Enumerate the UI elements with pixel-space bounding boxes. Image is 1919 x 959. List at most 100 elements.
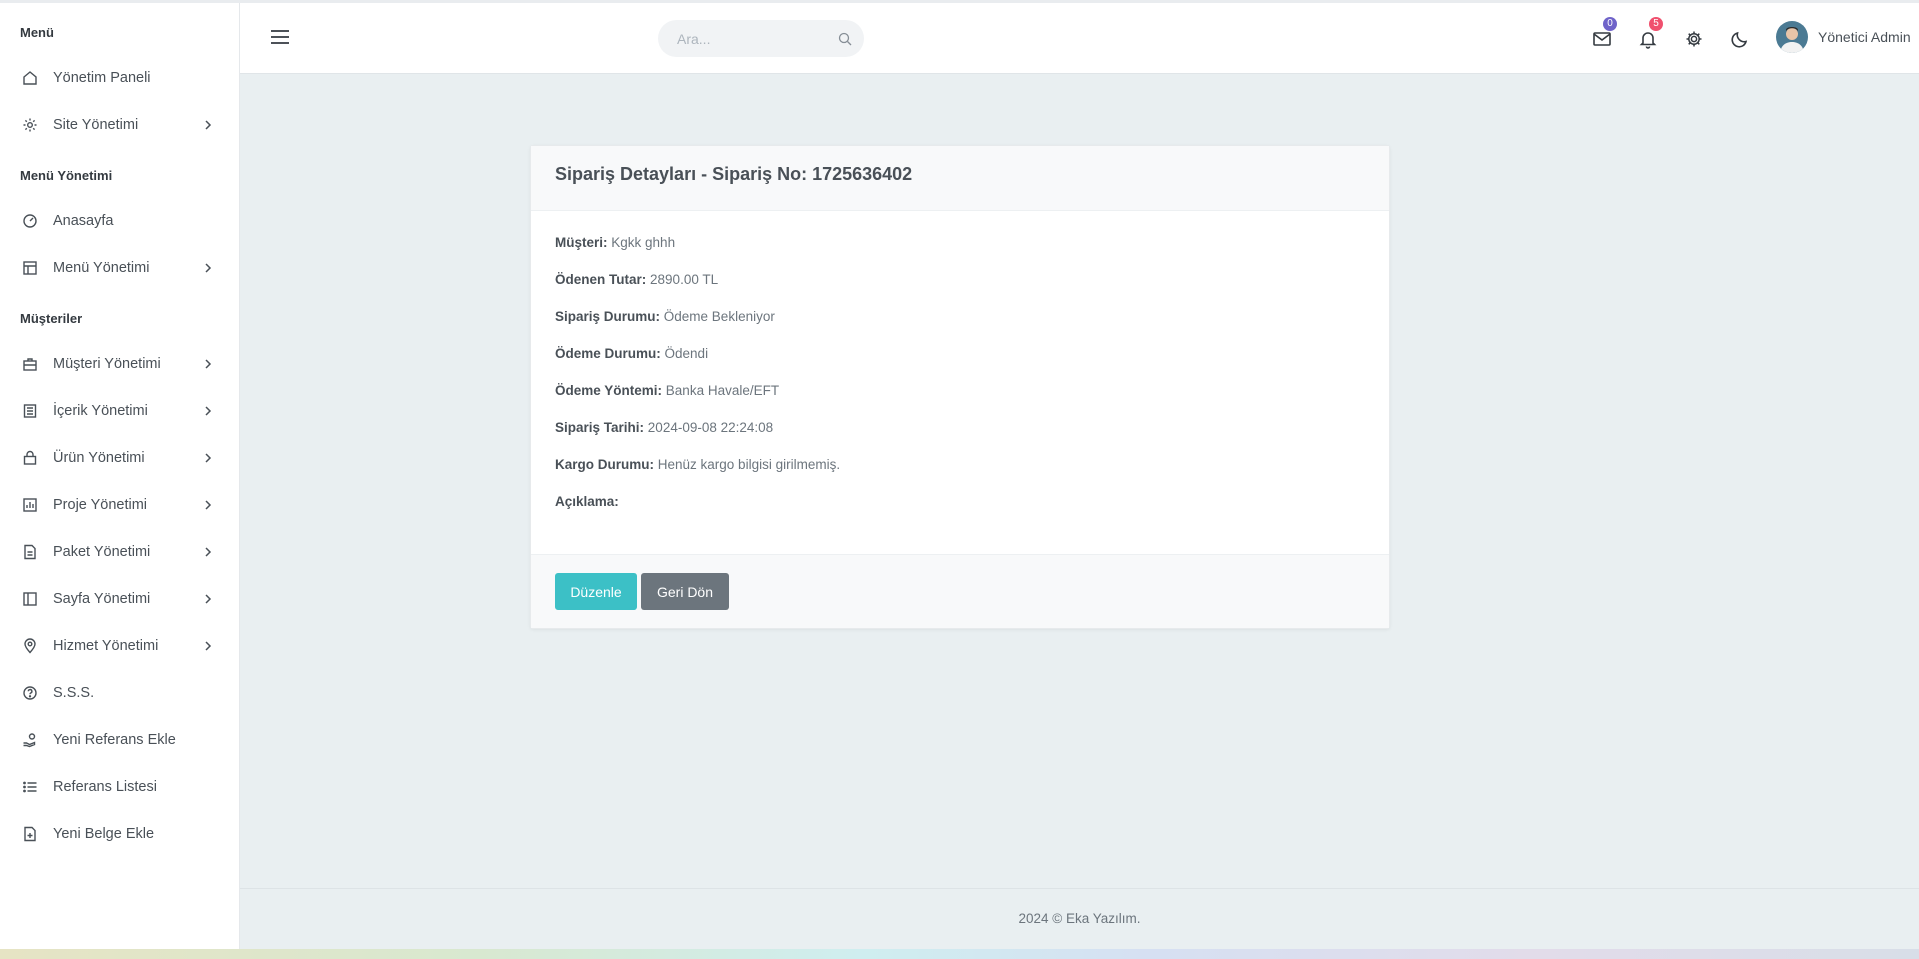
order-details-card: Sipariş Detayları - Sipariş No: 17256364… xyxy=(530,145,1390,629)
moon-icon[interactable] xyxy=(1730,29,1750,49)
sidebar-section-title: Menü xyxy=(20,25,54,40)
field-label: Ödenen Tutar: xyxy=(555,272,647,287)
sidebar-item-hizmet-yonetimi[interactable]: Hizmet Yönetimi xyxy=(0,626,239,666)
sidebar-item-label: İçerik Yönetimi xyxy=(53,403,148,419)
sidebar-item-musteri-yonetimi[interactable]: Müşteri Yönetimi xyxy=(0,344,239,384)
chevron-right-icon xyxy=(201,118,215,132)
sidebar-item-label: Müşteri Yönetimi xyxy=(53,356,161,372)
hand-coin-icon xyxy=(21,732,38,749)
card-footer: Düzenle Geri Dön xyxy=(531,554,1389,628)
field-label: Ödeme Durumu: xyxy=(555,346,661,361)
sidebar-item-label: S.S.S. xyxy=(53,685,95,701)
order-field-order-status: Sipariş Durumu: Ödeme Bekleniyor xyxy=(555,309,775,324)
sidebar-item-yeni-belge-ekle[interactable]: Yeni Belge Ekle xyxy=(0,814,239,854)
sidebar-item-label: Yeni Referans Ekle xyxy=(53,732,176,748)
sidebar-item-label: Site Yönetimi xyxy=(53,117,139,133)
chevron-right-icon xyxy=(201,404,215,418)
page-footer: 2024 © Eka Yazılım. xyxy=(240,888,1919,949)
search-icon[interactable] xyxy=(838,32,852,46)
edit-button[interactable]: Düzenle xyxy=(555,573,637,610)
field-value: 2024-09-08 22:24:08 xyxy=(647,420,774,435)
field-label: Ödeme Yöntemi: xyxy=(555,383,663,398)
sidebar-item-urun-yonetimi[interactable]: Ürün Yönetimi xyxy=(0,438,239,478)
card-header: Sipariş Detayları - Sipariş No: 17256364… xyxy=(531,146,1389,211)
sidebar-item-label: Referans Listesi xyxy=(53,779,157,795)
gear-icon xyxy=(21,117,38,134)
bell-icon[interactable] xyxy=(1638,29,1658,49)
field-value: Banka Havale/EFT xyxy=(665,383,780,398)
sidebar: Menü Yönetim Paneli Site Yönetimi Menü Y… xyxy=(0,3,240,949)
mail-badge: 0 xyxy=(1603,17,1617,31)
sidebar-item-site-yonetimi[interactable]: Site Yönetimi xyxy=(0,105,239,145)
sidebar-item-label: Sayfa Yönetimi xyxy=(53,591,151,607)
briefcase-icon xyxy=(21,356,38,373)
dashboard-icon xyxy=(21,213,38,230)
chevron-right-icon xyxy=(201,498,215,512)
help-circle-icon xyxy=(21,685,38,702)
search-input[interactable] xyxy=(658,20,828,57)
field-value: Henüz kargo bilgisi girilmemiş. xyxy=(657,457,841,472)
sidebar-item-paket-yonetimi[interactable]: Paket Yönetimi xyxy=(0,532,239,572)
sidebar-item-label: Paket Yönetimi xyxy=(53,544,151,560)
sidebar-item-yeni-referans-ekle[interactable]: Yeni Referans Ekle xyxy=(0,720,239,760)
sidebar-item-sss[interactable]: S.S.S. xyxy=(0,673,239,713)
field-label: Kargo Durumu: xyxy=(555,457,654,472)
os-taskbar-strip xyxy=(0,949,1919,959)
order-field-order-date: Sipariş Tarihi: 2024-09-08 22:24:08 xyxy=(555,420,773,435)
sidebar-item-label: Ürün Yönetimi xyxy=(53,450,145,466)
sidebar-item-referans-listesi[interactable]: Referans Listesi xyxy=(0,767,239,807)
field-label: Açıklama: xyxy=(555,494,619,509)
order-field-customer: Müşteri: Kgkk ghhh xyxy=(555,235,675,250)
order-field-payment-method: Ödeme Yöntemi: Banka Havale/EFT xyxy=(555,383,779,398)
chevron-right-icon xyxy=(201,592,215,606)
order-field-shipping-status: Kargo Durumu: Henüz kargo bilgisi girilm… xyxy=(555,457,840,472)
search-box xyxy=(658,20,864,57)
list-icon xyxy=(21,779,38,796)
sidebar-item-menu-yonetimi[interactable]: Menü Yönetimi xyxy=(0,248,239,288)
order-field-description: Açıklama: xyxy=(555,494,619,509)
list-box-icon xyxy=(21,403,38,420)
order-field-payment-status: Ödeme Durumu: Ödendi xyxy=(555,346,708,361)
sidebar-item-anasayfa[interactable]: Anasayfa xyxy=(0,201,239,241)
sidebar-item-label: Yeni Belge Ekle xyxy=(53,826,155,842)
layout-icon xyxy=(21,260,38,277)
sidebar-item-sayfa-yonetimi[interactable]: Sayfa Yönetimi xyxy=(0,579,239,619)
sidebar-item-label: Menü Yönetimi xyxy=(53,260,150,276)
chevron-right-icon xyxy=(201,261,215,275)
mail-icon[interactable] xyxy=(1592,29,1612,49)
notification-badge: 5 xyxy=(1649,17,1663,31)
sidebar-item-yonetim-paneli[interactable]: Yönetim Paneli xyxy=(0,58,239,98)
map-pin-icon xyxy=(21,638,38,655)
order-field-amount: Ödenen Tutar: 2890.00 TL xyxy=(555,272,718,287)
chevron-right-icon xyxy=(201,451,215,465)
sidebar-item-icerik-yonetimi[interactable]: İçerik Yönetimi xyxy=(0,391,239,431)
hamburger-menu-icon[interactable] xyxy=(270,27,290,47)
field-value: Kgkk ghhh xyxy=(611,235,676,250)
file-plus-icon xyxy=(21,826,38,843)
sidebar-item-label: Proje Yönetimi xyxy=(53,497,148,513)
field-value: Ödeme Bekleniyor xyxy=(663,309,775,324)
document-icon xyxy=(21,544,38,561)
field-value: 2890.00 TL xyxy=(650,272,719,287)
home-icon xyxy=(21,70,38,87)
bar-chart-icon xyxy=(21,497,38,514)
back-button[interactable]: Geri Dön xyxy=(641,573,729,610)
username[interactable]: Yönetici Admin xyxy=(1818,29,1911,45)
sidebar-layout-icon xyxy=(21,591,38,608)
avatar[interactable] xyxy=(1776,21,1808,53)
copyright-text: 2024 © Eka Yazılım. xyxy=(1018,911,1141,926)
field-label: Müşteri: xyxy=(555,235,608,250)
settings-gear-icon[interactable] xyxy=(1684,29,1704,49)
chevron-right-icon xyxy=(201,357,215,371)
sidebar-item-label: Anasayfa xyxy=(53,213,114,229)
field-value: Ödendi xyxy=(664,346,709,361)
page-title: Sipariş Detayları - Sipariş No: 17256364… xyxy=(555,164,913,184)
sidebar-section-title: Müşteriler xyxy=(20,311,83,326)
chevron-right-icon xyxy=(201,545,215,559)
sidebar-item-proje-yonetimi[interactable]: Proje Yönetimi xyxy=(0,485,239,525)
sidebar-item-label: Yönetim Paneli xyxy=(53,70,151,86)
field-label: Sipariş Tarihi: xyxy=(555,420,645,435)
chevron-right-icon xyxy=(201,639,215,653)
field-label: Sipariş Durumu: xyxy=(555,309,661,324)
sidebar-section-title: Menü Yönetimi xyxy=(20,168,113,183)
